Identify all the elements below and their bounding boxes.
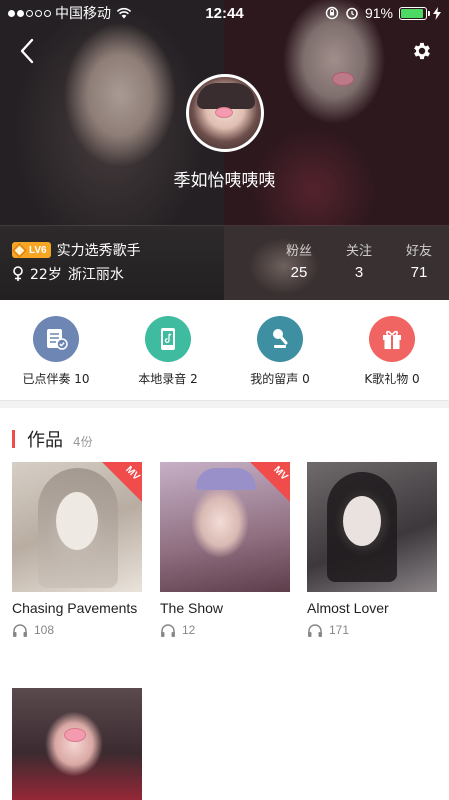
location: 浙江丽水 — [67, 267, 124, 283]
accompaniment-icon — [33, 316, 79, 362]
profile-header: 中国移动 12:44 91% 季如怡咦咦咦 LV6 实力选秀歌手 22岁 浙江丽… — [0, 0, 449, 300]
work-title: Chasing Pavements — [12, 600, 138, 616]
works-count: 4份 — [73, 435, 93, 449]
level-badge: LV6 — [11, 242, 51, 258]
battery-level — [401, 8, 423, 18]
headphones-icon — [161, 624, 175, 637]
action-label: 我的留声 0 — [250, 372, 310, 386]
work-plays: 12 — [160, 623, 290, 637]
work-card[interactable]: MV Chasing Pavements 108 — [12, 462, 142, 637]
action-label: K歌礼物 0 — [364, 372, 420, 386]
headphones-icon — [308, 624, 322, 637]
mv-badge — [102, 462, 142, 502]
pig-nose-sticker — [64, 728, 86, 742]
age: 22岁 — [30, 267, 62, 283]
work-title: The Show — [160, 600, 224, 616]
status-bar: 中国移动 12:44 91% — [0, 0, 449, 26]
works-header: 作品 4份 — [12, 426, 93, 452]
stat-fans[interactable]: 粉丝 25 — [269, 240, 329, 281]
charging-icon — [433, 6, 441, 20]
info-row: 22岁 浙江丽水 — [12, 264, 124, 284]
work-thumbnail — [307, 462, 437, 592]
work-plays: 108 — [12, 623, 142, 637]
action-label: 已点伴奏 10 — [22, 372, 90, 386]
battery-percentage: 91% — [364, 5, 393, 21]
works-heading: 作品 — [27, 430, 63, 451]
section-divider — [0, 400, 449, 408]
settings-button[interactable] — [405, 34, 439, 68]
level-row: LV6 实力选秀歌手 — [11, 240, 141, 260]
profile-stats: 粉丝 25 关注 3 好友 71 — [269, 240, 449, 288]
action-label: 本地录音 2 — [138, 372, 198, 386]
battery-icon — [399, 6, 430, 20]
action-my-voice[interactable]: 我的留声 0 — [224, 316, 336, 387]
microphone-icon — [257, 316, 303, 362]
work-card[interactable]: Almost Lover 171 — [307, 462, 437, 637]
action-local-recording[interactable]: 本地录音 2 — [112, 316, 224, 387]
quick-actions: 已点伴奏 10 本地录音 2 我的留声 0 K歌礼物 0 — [0, 300, 449, 400]
stat-following[interactable]: 关注 3 — [329, 240, 389, 281]
stat-label: 粉丝 — [285, 244, 312, 259]
alarm-icon — [346, 7, 358, 20]
work-thumbnail: MV — [12, 462, 142, 592]
work-card[interactable] — [12, 688, 142, 800]
gift-icon — [369, 316, 415, 362]
work-thumbnail: MV — [160, 462, 290, 592]
avatar[interactable] — [186, 74, 264, 152]
mv-badge — [250, 462, 290, 502]
diamond-icon — [11, 242, 28, 258]
local-recording-icon — [145, 316, 191, 362]
stat-friends[interactable]: 好友 71 — [389, 240, 449, 281]
action-accompaniment[interactable]: 已点伴奏 10 — [0, 316, 112, 387]
stat-value: 3 — [354, 264, 364, 281]
stat-value: 71 — [410, 264, 428, 281]
gear-icon — [414, 42, 430, 60]
signal-strength-icon — [8, 9, 51, 17]
work-title: Almost Lover — [307, 600, 389, 616]
back-button[interactable] — [10, 34, 44, 68]
headphones-icon — [13, 624, 27, 637]
wifi-icon — [116, 7, 132, 19]
action-k-gifts[interactable]: K歌礼物 0 — [336, 316, 448, 387]
avatar-sticker — [215, 107, 233, 118]
stat-value: 25 — [290, 264, 308, 281]
work-thumbnail — [12, 688, 142, 800]
chevron-left-icon — [20, 38, 34, 64]
work-card[interactable]: MV The Show 12 — [160, 462, 290, 637]
female-icon — [13, 266, 23, 281]
stat-label: 好友 — [405, 244, 432, 259]
stat-label: 关注 — [345, 244, 372, 259]
profile-name: 季如怡咦咦咦 — [173, 171, 276, 191]
rotation-lock-icon — [325, 6, 339, 20]
title-accent-bar — [12, 430, 15, 448]
singer-title: 实力选秀歌手 — [56, 243, 141, 259]
carrier-name: 中国移动 — [55, 5, 111, 21]
work-plays: 171 — [307, 623, 437, 637]
